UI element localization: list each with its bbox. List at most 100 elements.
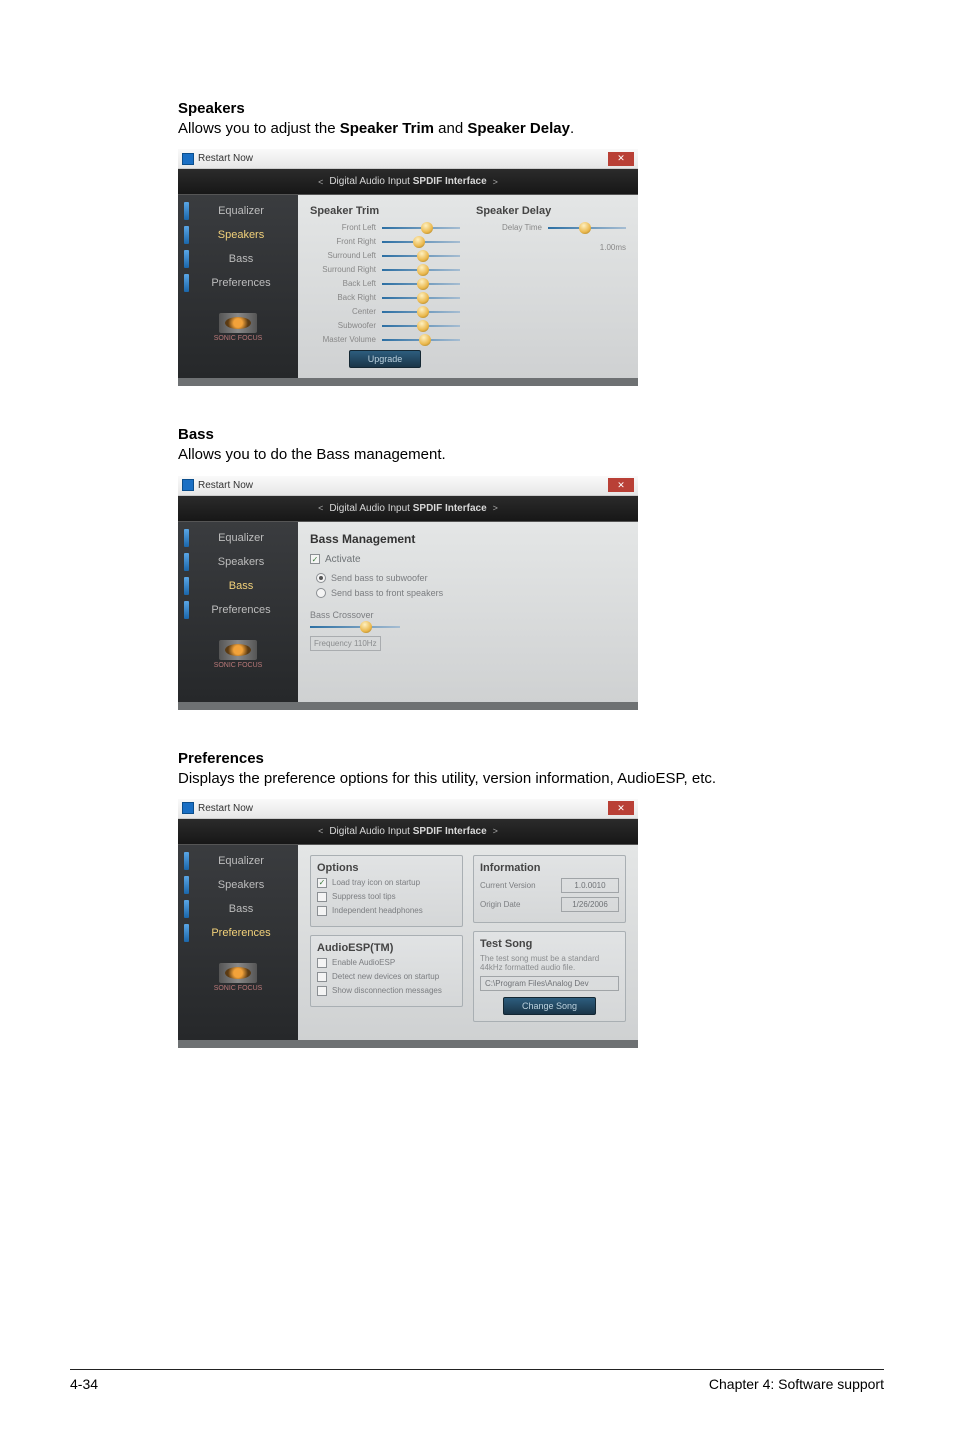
trim-slider[interactable] [382,267,460,273]
master-volume-slider[interactable] [382,337,460,343]
close-icon[interactable]: ✕ [608,152,634,166]
test-song-group: Test Song The test song must be a standa… [473,931,626,1022]
chevron-right-icon[interactable]: > [493,503,498,513]
opt-load-tray-checkbox[interactable] [317,878,327,888]
opt-ind-headphones-checkbox[interactable] [317,906,327,916]
window-title: Restart Now [198,153,253,164]
mode-header: < Digital Audio Input SPDIF Interface > [178,819,638,845]
chevron-left-icon[interactable]: < [318,177,323,187]
sidebar: Equalizer Speakers Bass Preferences SONI… [178,195,298,378]
esp-enable-checkbox[interactable] [317,958,327,968]
chevron-right-icon[interactable]: > [493,826,498,836]
trim-slider-label: Surround Left [310,251,382,260]
trim-slider[interactable] [382,309,460,315]
brand-logo: SONIC FOCUS [178,295,298,352]
speaker-trim-title: Speaker Trim [310,205,460,217]
frequency-box: Frequency 110Hz [310,636,381,651]
speakers-heading: Speakers [178,100,776,117]
window-title: Restart Now [198,803,253,814]
speaker-delay-title: Speaker Delay [476,205,626,217]
trim-slider-label: Front Left [310,223,382,232]
esp-disconnect-label: Show disconnection messages [332,986,442,995]
preferences-desc: Displays the preference options for this… [178,769,776,789]
chapter-label: Chapter 4: Software support [709,1376,884,1392]
close-icon[interactable]: ✕ [608,478,634,492]
trim-slider-label: Surround Right [310,265,382,274]
delay-time-value: 1.00ms [600,243,626,252]
delay-time-label: Delay Time [476,223,548,232]
sidebar-item-speakers[interactable]: Speakers [178,873,298,897]
opt-suppress-tips-checkbox[interactable] [317,892,327,902]
current-version-value: 1.0.0010 [561,878,619,893]
trim-slider-label: Front Right [310,237,382,246]
options-group: Options Load tray icon on startup Suppre… [310,855,463,927]
bass-crossover-slider[interactable] [310,624,400,630]
sidebar-item-preferences[interactable]: Preferences [178,271,298,295]
sidebar-item-bass[interactable]: Bass [178,574,298,598]
information-group: Information Current Version1.0.0010 Orig… [473,855,626,923]
close-icon[interactable]: ✕ [608,801,634,815]
bass-heading: Bass [178,426,776,443]
page-number: 4-34 [70,1376,98,1392]
window-titlebar: Restart Now ✕ [178,149,638,169]
master-volume-label: Master Volume [310,335,382,344]
trim-slider[interactable] [382,281,460,287]
chevron-left-icon[interactable]: < [318,826,323,836]
information-title: Information [480,862,619,874]
opt-suppress-tips-label: Suppress tool tips [332,892,396,901]
test-song-path: C:\Program Files\Analog Dev [480,976,619,991]
trim-slider[interactable] [382,295,460,301]
trim-slider-label: Center [310,307,382,316]
trim-slider[interactable] [382,239,460,245]
bass-crossover-title: Bass Crossover [310,610,626,620]
trim-slider[interactable] [382,225,460,231]
radio-send-subwoofer[interactable] [316,573,326,583]
test-song-desc: The test song must be a standard 44kHz f… [480,954,619,973]
logo-icon [219,963,257,983]
trim-slider[interactable] [382,323,460,329]
audioesp-group: AudioESP(TM) Enable AudioESP Detect new … [310,935,463,1007]
preferences-heading: Preferences [178,750,776,767]
esp-detect-checkbox[interactable] [317,972,327,982]
sidebar-item-bass[interactable]: Bass [178,897,298,921]
activate-checkbox[interactable] [310,554,320,564]
sidebar-item-equalizer[interactable]: Equalizer [178,526,298,550]
trim-slider[interactable] [382,253,460,259]
chevron-left-icon[interactable]: < [318,503,323,513]
sidebar-item-equalizer[interactable]: Equalizer [178,849,298,873]
sidebar-item-preferences[interactable]: Preferences [178,921,298,945]
trim-slider-label: Subwoofer [310,321,382,330]
sidebar-item-equalizer[interactable]: Equalizer [178,199,298,223]
upgrade-button[interactable]: Upgrade [349,350,422,368]
change-song-button[interactable]: Change Song [503,997,596,1015]
chevron-right-icon[interactable]: > [493,177,498,187]
audioesp-title: AudioESP(TM) [317,942,456,954]
esp-disconnect-checkbox[interactable] [317,986,327,996]
test-song-title: Test Song [480,938,619,950]
activate-label: Activate [325,554,361,565]
esp-detect-label: Detect new devices on startup [332,972,439,981]
brand-logo: SONIC FOCUS [178,945,298,1002]
window-titlebar: Restart Now ✕ [178,799,638,819]
app-icon [182,153,194,165]
delay-time-slider[interactable] [548,225,626,231]
trim-slider-label: Back Right [310,293,382,302]
opt-ind-headphones-label: Independent headphones [332,906,423,915]
mode-header: < Digital Audio Input SPDIF Interface > [178,169,638,195]
app-icon [182,479,194,491]
radio-send-subwoofer-label: Send bass to subwoofer [331,573,428,583]
radio-send-front-label: Send bass to front speakers [331,588,443,598]
esp-enable-label: Enable AudioESP [332,958,395,967]
trim-slider-label: Back Left [310,279,382,288]
sidebar: Equalizer Speakers Bass Preferences SONI… [178,845,298,1040]
mode-header: < Digital Audio Input SPDIF Interface > [178,496,638,522]
radio-send-front[interactable] [316,588,326,598]
sidebar-item-speakers[interactable]: Speakers [178,223,298,247]
sidebar-item-preferences[interactable]: Preferences [178,598,298,622]
speakers-screenshot: Restart Now ✕ < Digital Audio Input SPDI… [178,149,638,386]
options-title: Options [317,862,456,874]
opt-load-tray-label: Load tray icon on startup [332,878,420,887]
app-icon [182,802,194,814]
sidebar-item-speakers[interactable]: Speakers [178,550,298,574]
sidebar-item-bass[interactable]: Bass [178,247,298,271]
